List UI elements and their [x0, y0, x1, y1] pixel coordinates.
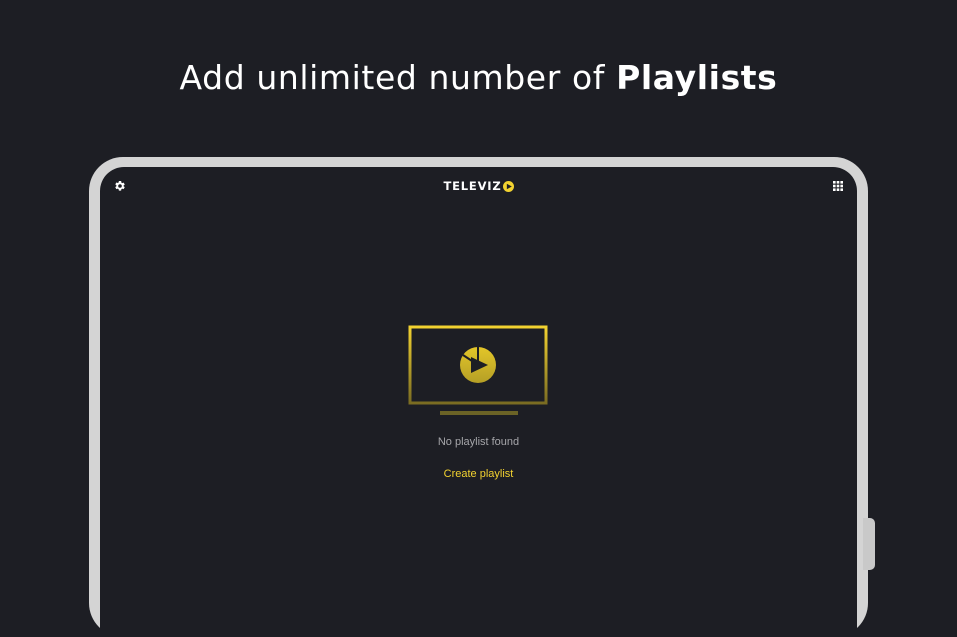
apps-menu-button[interactable] — [832, 180, 844, 192]
logo-text: TELEVIZ — [443, 179, 502, 193]
play-circle-icon — [502, 180, 514, 192]
create-playlist-button[interactable]: Create playlist — [444, 468, 514, 480]
app-logo: TELEVIZ — [100, 179, 857, 193]
headline-bold-text: Playlists — [616, 58, 778, 97]
tv-play-icon — [408, 325, 548, 415]
app-screen: TELEVIZ No playlist found Create playlis… — [100, 167, 857, 637]
promo-headline: Add unlimited number of Playlists — [0, 56, 957, 100]
grid-icon — [833, 181, 843, 191]
headline-regular-text: Add unlimited number of — [179, 58, 617, 97]
tablet-side-button — [863, 518, 875, 570]
create-playlist-row: Create playlist — [100, 466, 857, 481]
empty-state-message: No playlist found — [437, 436, 520, 448]
